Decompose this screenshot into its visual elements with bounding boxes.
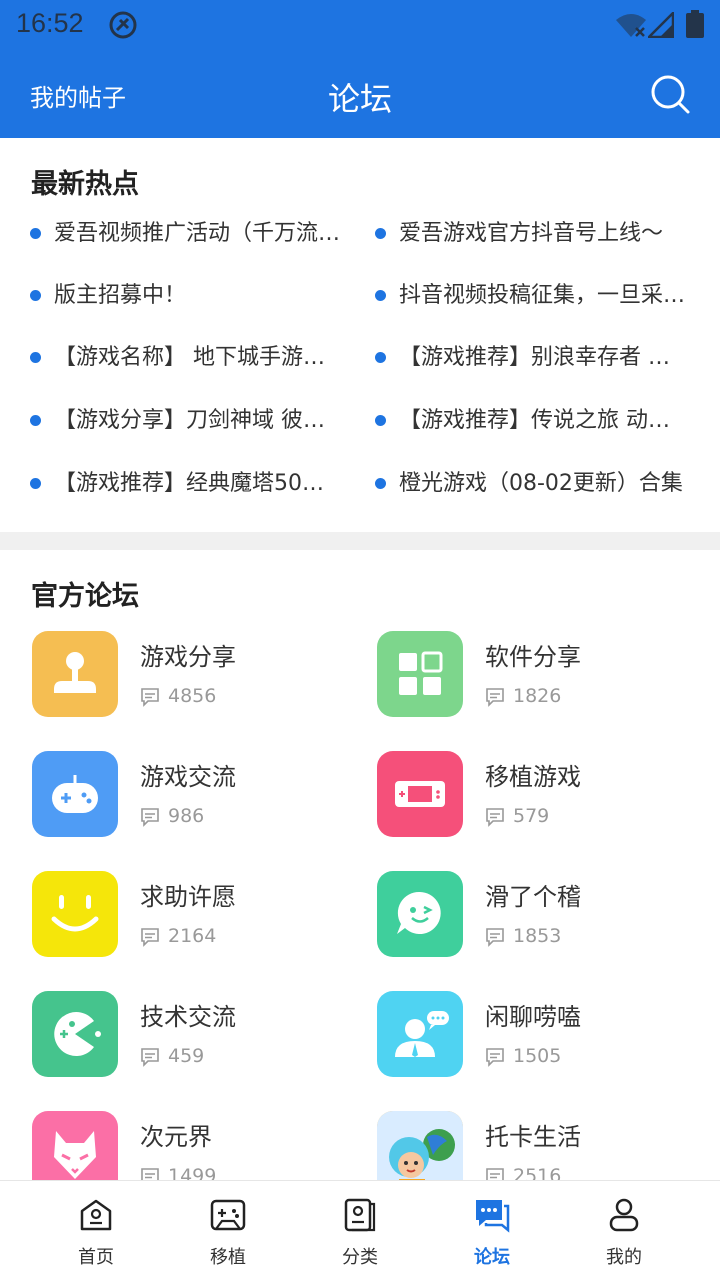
board-name: 移植游戏 xyxy=(485,763,581,791)
search-button[interactable] xyxy=(648,72,692,116)
bullet-dot xyxy=(30,352,41,363)
nav-tab-me[interactable]: 我的 xyxy=(558,1181,690,1280)
person-chat-icon xyxy=(377,991,463,1077)
forum-board-item[interactable]: 次元界 1499 xyxy=(32,1111,362,1180)
joystick-icon xyxy=(32,631,118,717)
bullet-dot xyxy=(30,415,41,426)
forum-board-item[interactable]: 游戏交流 986 xyxy=(32,751,362,841)
hot-topic-item[interactable]: 【游戏分享】刀剑神域 彼岸游境 xyxy=(30,401,345,441)
wink-chat-icon xyxy=(377,871,463,957)
home-icon xyxy=(80,1199,112,1231)
apps-grid-icon xyxy=(377,631,463,717)
fox-mask-icon xyxy=(32,1111,118,1180)
status-bar: 16:52 xyxy=(0,0,720,50)
hot-topic-item[interactable]: 【游戏推荐】传说之旅 动作冒险 xyxy=(375,401,690,441)
comment-icon xyxy=(486,1048,504,1067)
forum-board-item[interactable]: 托卡生活 2516 xyxy=(377,1111,707,1180)
hot-topic-item[interactable]: 爱吾游戏官方抖音号上线～ xyxy=(375,214,690,254)
hot-topic-item[interactable]: 版主招募中！ xyxy=(30,276,345,316)
forum-board-item[interactable]: 软件分享 1826 xyxy=(377,631,707,721)
forum-chat-icon xyxy=(476,1200,510,1233)
comment-icon xyxy=(486,808,504,827)
comment-icon xyxy=(141,808,159,827)
board-name: 游戏分享 xyxy=(140,643,236,671)
category-book-icon xyxy=(344,1198,376,1232)
hot-topic-item[interactable]: 【游戏推荐】别浪幸存者 破解版 xyxy=(375,338,690,378)
bullet-dot xyxy=(30,290,41,301)
search-icon xyxy=(651,75,690,114)
bullet-dot xyxy=(30,478,41,489)
comment-icon xyxy=(141,1168,159,1180)
forum-board-item[interactable]: 滑了个稽 1853 xyxy=(377,871,707,961)
hot-section-title: 最新热点 xyxy=(31,169,139,200)
nav-label: 论坛 xyxy=(474,1247,510,1268)
nav-tab-forum[interactable]: 论坛 xyxy=(426,1181,558,1280)
nav-label: 我的 xyxy=(606,1247,642,1268)
forum-board-item[interactable]: 闲聊唠嗑 1505 xyxy=(377,991,707,1081)
nav-label: 首页 xyxy=(78,1247,114,1268)
board-name: 软件分享 xyxy=(485,643,581,671)
official-forum-section: 官方论坛 游戏分享 4856 软件分享 1826 游戏交流 986 移植游戏 5… xyxy=(0,550,720,1180)
comment-icon xyxy=(141,688,159,707)
smiley-icon xyxy=(32,871,118,957)
top-app-bar: 16:52 我的帖子 论坛 xyxy=(0,0,720,138)
handheld-console-icon xyxy=(377,751,463,837)
bullet-dot xyxy=(375,228,386,239)
profile-icon xyxy=(609,1198,639,1232)
signal-icon xyxy=(648,12,674,38)
forum-board-item[interactable]: 求助许愿 2164 xyxy=(32,871,362,961)
comment-icon xyxy=(141,1048,159,1067)
comment-icon xyxy=(486,1168,504,1180)
section-divider xyxy=(0,532,720,550)
comment-icon xyxy=(486,688,504,707)
board-name: 闲聊唠嗑 xyxy=(485,1003,581,1031)
gamepad-nav-icon xyxy=(210,1199,246,1231)
page-title: 论坛 xyxy=(327,80,392,118)
bottom-navigation: 首页 移植 分类 论坛 我的 xyxy=(0,1180,720,1280)
pacman-icon xyxy=(32,991,118,1077)
toca-life-icon xyxy=(377,1111,463,1180)
bullet-dot xyxy=(30,228,41,239)
board-name: 次元界 xyxy=(140,1123,212,1151)
hot-topics-section: 最新热点 爱吾视频推广活动（千万流量扶持） 爱吾游戏官方抖音号上线～ 版主招募中… xyxy=(0,138,720,532)
hot-topic-item[interactable]: 【游戏名称】 地下城手游破解版 xyxy=(30,338,345,378)
hot-topic-item[interactable]: 抖音视频投稿征集，一旦采用奖励 xyxy=(375,276,690,316)
bullet-dot xyxy=(375,352,386,363)
bullet-dot xyxy=(375,415,386,426)
board-name: 托卡生活 xyxy=(485,1123,581,1151)
comment-icon xyxy=(141,928,159,947)
nav-label: 分类 xyxy=(342,1247,378,1268)
gamepad-icon xyxy=(32,751,118,837)
nav-tab-port[interactable]: 移植 xyxy=(162,1181,294,1280)
status-time: 16:52 xyxy=(16,8,84,38)
forum-section-title: 官方论坛 xyxy=(31,581,139,612)
hot-topic-item[interactable]: 橙光游戏（08-02更新）合集 xyxy=(375,464,690,504)
nav-tab-category[interactable]: 分类 xyxy=(294,1181,426,1280)
bullet-dot xyxy=(375,478,386,489)
board-name: 技术交流 xyxy=(140,1003,236,1031)
board-name: 求助许愿 xyxy=(140,883,236,911)
bullet-dot xyxy=(375,290,386,301)
nav-label: 移植 xyxy=(210,1247,246,1268)
comment-icon xyxy=(486,928,504,947)
wifi-off-icon xyxy=(616,14,646,37)
forum-board-item[interactable]: 游戏分享 4856 xyxy=(32,631,362,721)
forum-board-item[interactable]: 移植游戏 579 xyxy=(377,751,707,841)
hot-topic-item[interactable]: 【游戏推荐】经典魔塔50层合集 xyxy=(30,464,345,504)
forum-board-item[interactable]: 技术交流 459 xyxy=(32,991,362,1081)
board-name: 滑了个稽 xyxy=(485,883,581,911)
board-name: 游戏交流 xyxy=(140,763,236,791)
nav-tab-home[interactable]: 首页 xyxy=(30,1181,162,1280)
hot-topic-item[interactable]: 爱吾视频推广活动（千万流量扶持） xyxy=(30,214,345,254)
battery-icon xyxy=(686,10,704,38)
app-notification-icon xyxy=(109,11,137,39)
